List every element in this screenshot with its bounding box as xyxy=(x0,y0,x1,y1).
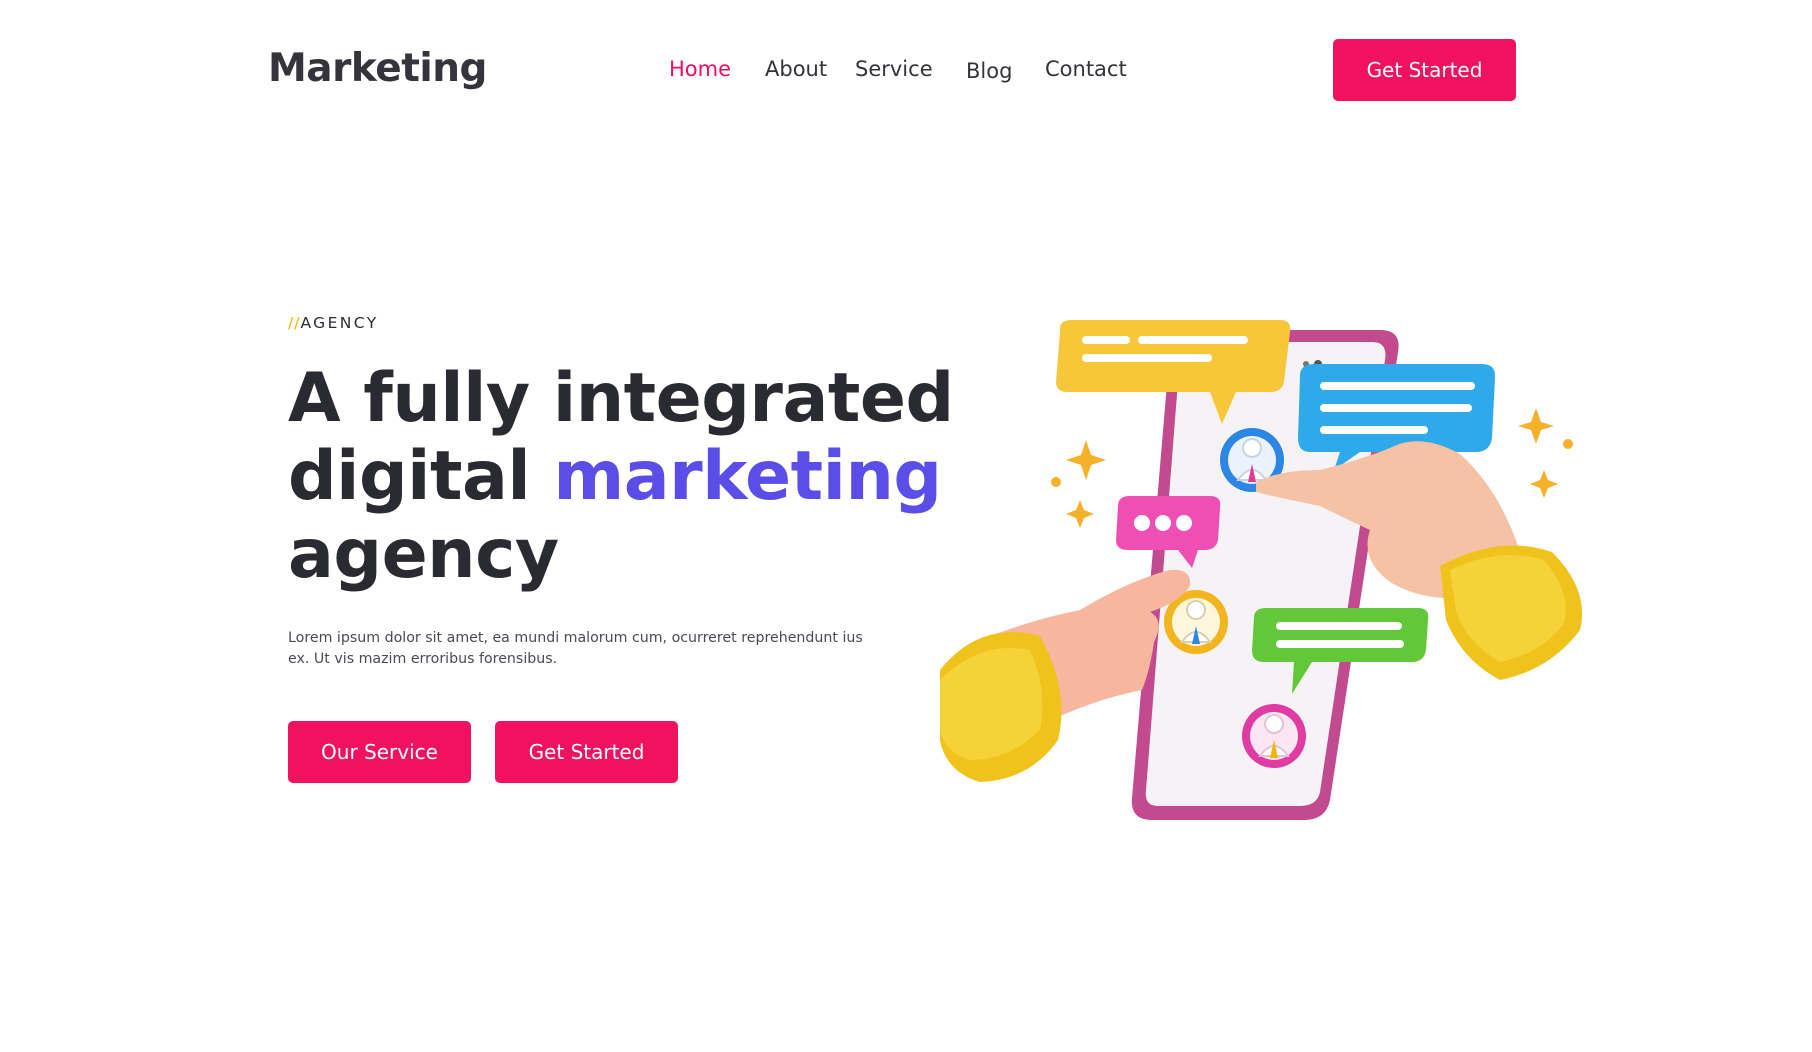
our-service-button[interactable]: Our Service xyxy=(288,721,471,783)
eyebrow-text: AGENCY xyxy=(300,314,379,332)
nav-blog[interactable]: Blog xyxy=(966,59,1012,83)
nav-home[interactable]: Home xyxy=(669,57,731,81)
main-nav: Home About Service Blog Contact xyxy=(0,0,1812,140)
hero-get-started-button[interactable]: Get Started xyxy=(495,721,678,783)
hero-headline: A fully integrated digital marketing age… xyxy=(288,359,954,594)
nav-about[interactable]: About xyxy=(765,57,827,81)
headline-line-1: A fully integrated xyxy=(288,359,954,438)
nav-contact[interactable]: Contact xyxy=(1045,57,1127,81)
headline-line-3: agency xyxy=(288,515,559,594)
phone-chat-hands-illustration xyxy=(940,320,1583,820)
headline-line-2: digital marketing xyxy=(288,437,942,516)
hero-description: Lorem ipsum dolor sit amet, ea mundi mal… xyxy=(288,630,863,667)
headline-accent-text: marketing xyxy=(553,437,942,516)
headline-plain-text: digital xyxy=(288,437,554,516)
eyebrow-label: //AGENCY xyxy=(288,314,379,332)
nav-service[interactable]: Service xyxy=(855,57,933,81)
avatar-pink-icon xyxy=(1242,704,1306,768)
eyebrow-slashes: // xyxy=(288,314,301,332)
header-get-started-button[interactable]: Get Started xyxy=(1333,39,1516,101)
